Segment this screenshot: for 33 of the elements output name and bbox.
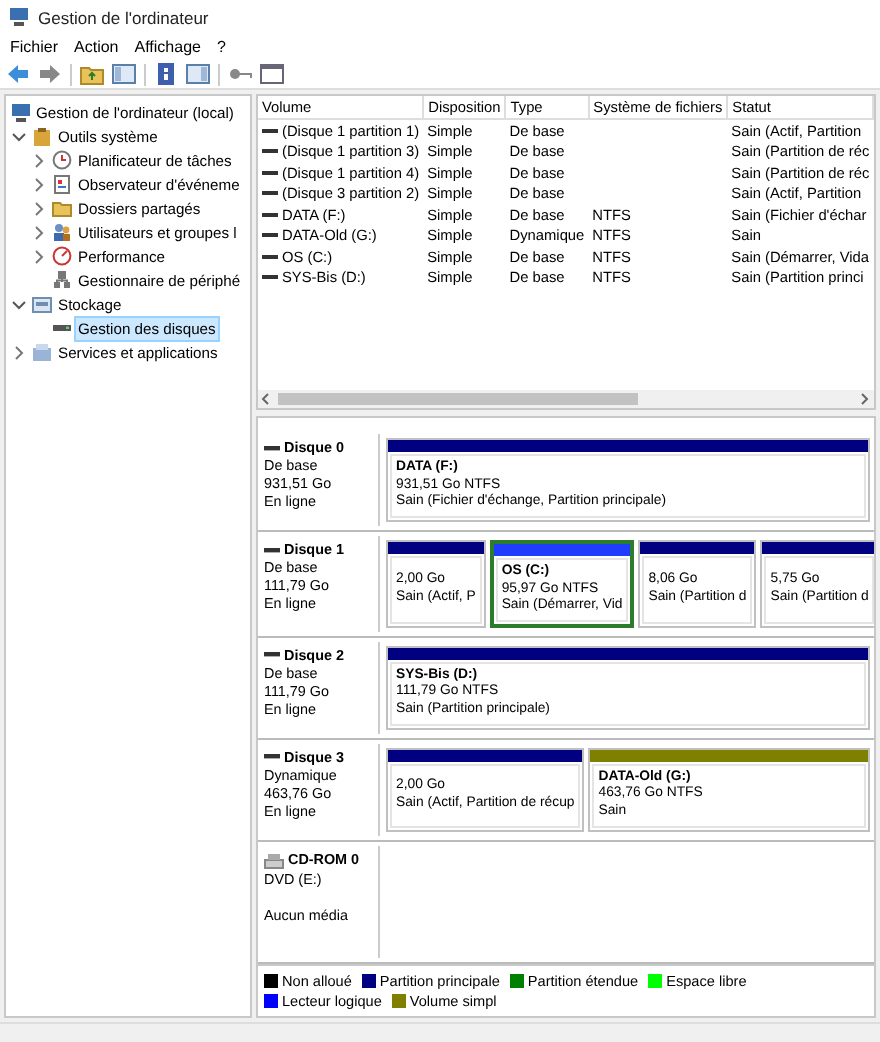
chevron-right-icon[interactable] [30, 175, 48, 193]
computer-icon [10, 102, 30, 122]
chevron-right-icon[interactable] [30, 151, 48, 169]
computer-icon [8, 6, 30, 28]
horizontal-scrollbar[interactable] [258, 390, 874, 408]
chevron-right-icon[interactable] [10, 343, 28, 361]
folder-icon [52, 198, 72, 218]
panel-icon[interactable] [112, 62, 136, 86]
menu-item[interactable]: Action [68, 38, 125, 56]
forward-arrow-icon[interactable] [38, 62, 62, 86]
gauge-icon [52, 246, 72, 266]
device-tree-icon [52, 270, 72, 290]
panel-icon[interactable] [186, 62, 210, 86]
toolbox-icon [32, 126, 52, 146]
window-icon[interactable] [260, 62, 284, 86]
window-title: Gestion de l'ordinateur [38, 7, 209, 27]
services-icon [32, 342, 52, 362]
clock-icon [52, 150, 72, 170]
menu-item[interactable]: Fichier [4, 38, 65, 56]
users-icon [52, 222, 72, 242]
chevron-right-icon[interactable] [30, 223, 48, 241]
cd-drive-icon [264, 849, 284, 870]
event-log-icon [52, 174, 72, 194]
menu-item[interactable]: Affichage [128, 38, 207, 56]
storage-icon [32, 294, 52, 314]
chevron-down-icon[interactable] [10, 295, 28, 313]
menu-item[interactable]: ? [210, 38, 232, 56]
back-arrow-icon[interactable] [6, 62, 30, 86]
chevron-down-icon[interactable] [10, 127, 28, 145]
help-icon[interactable] [154, 62, 178, 86]
folder-up-icon[interactable] [80, 62, 104, 86]
chevron-right-icon[interactable] [30, 247, 48, 265]
chevron-right-icon[interactable] [30, 199, 48, 217]
